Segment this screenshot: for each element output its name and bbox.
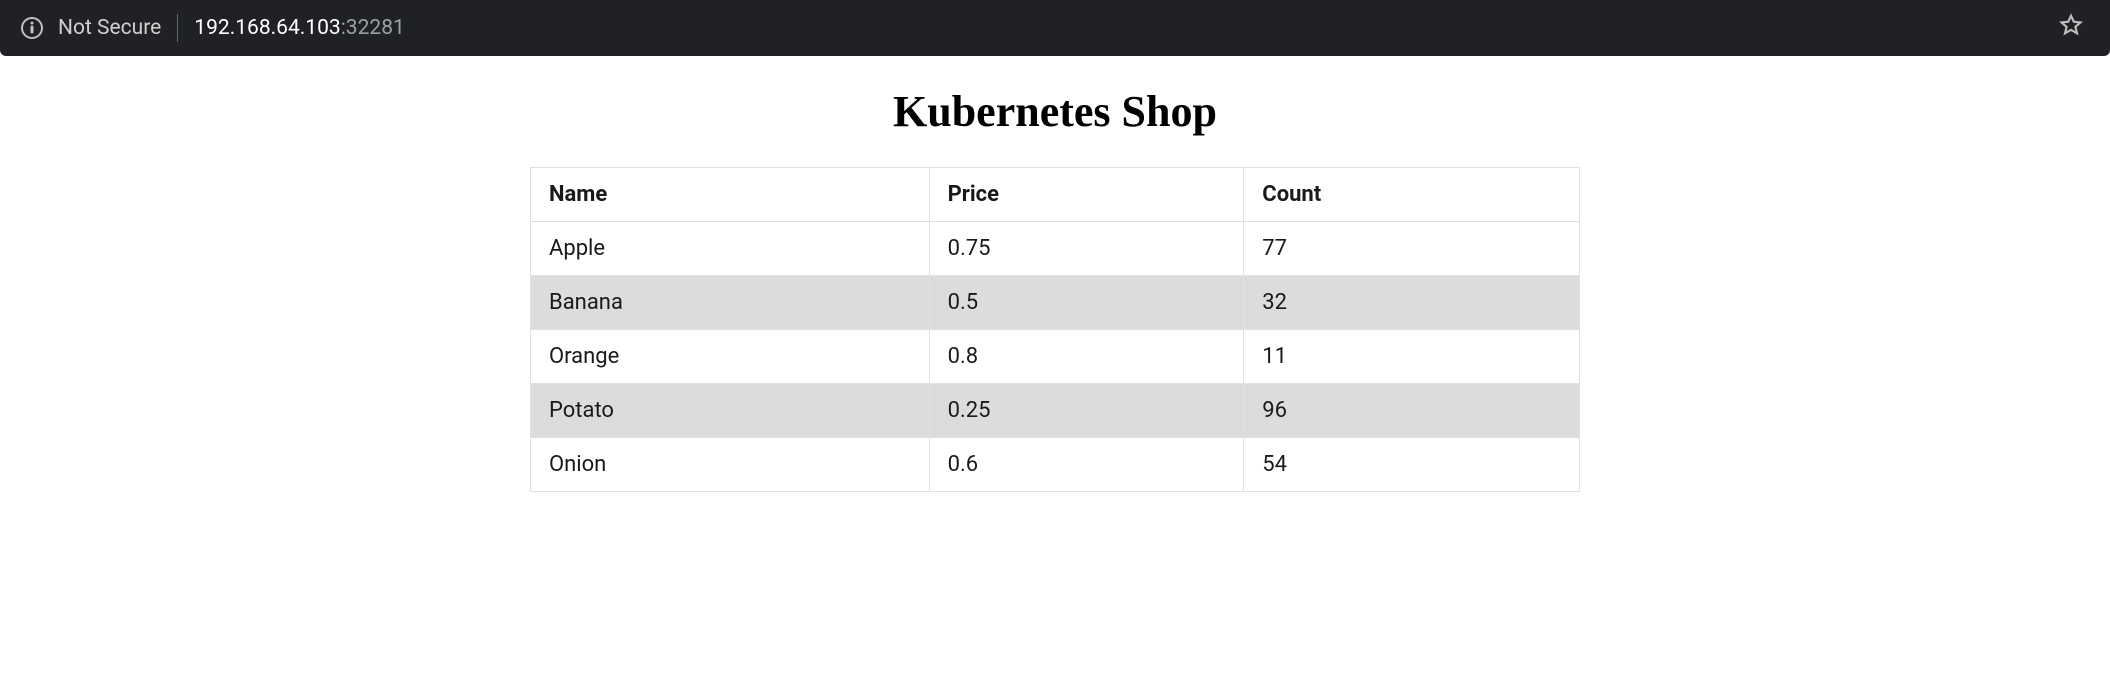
cell-name: Apple [531, 222, 930, 276]
cell-count: 32 [1244, 276, 1580, 330]
col-header-count: Count [1244, 168, 1580, 222]
url-port: :32281 [341, 16, 405, 40]
cell-count: 77 [1244, 222, 1580, 276]
cell-price: 0.8 [929, 330, 1244, 384]
info-icon[interactable] [20, 16, 44, 40]
page-title: Kubernetes Shop [0, 86, 2110, 137]
cell-price: 0.6 [929, 438, 1244, 492]
table-row: Orange 0.8 11 [531, 330, 1580, 384]
browser-urlbar[interactable]: Not Secure 192.168.64.103:32281 [0, 0, 2110, 56]
table-row: Banana 0.5 32 [531, 276, 1580, 330]
page-root: Kubernetes Shop Name Price Count Apple 0… [0, 56, 2110, 492]
cell-count: 96 [1244, 384, 1580, 438]
cell-price: 0.75 [929, 222, 1244, 276]
col-header-price: Price [929, 168, 1244, 222]
cell-price: 0.5 [929, 276, 1244, 330]
table-row: Potato 0.25 96 [531, 384, 1580, 438]
table-header-row: Name Price Count [531, 168, 1580, 222]
cell-name: Potato [531, 384, 930, 438]
cell-name: Banana [531, 276, 930, 330]
table-row: Apple 0.75 77 [531, 222, 1580, 276]
cell-count: 54 [1244, 438, 1580, 492]
url-host: 192.168.64.103 [194, 16, 340, 40]
cell-name: Orange [531, 330, 930, 384]
not-secure-label: Not Secure [58, 16, 161, 40]
bookmark-star-icon[interactable] [2058, 12, 2084, 44]
cell-count: 11 [1244, 330, 1580, 384]
urlbar-separator [177, 14, 178, 42]
url-text[interactable]: 192.168.64.103:32281 [194, 16, 405, 40]
cell-price: 0.25 [929, 384, 1244, 438]
products-table: Name Price Count Apple 0.75 77 Banana 0.… [530, 167, 1580, 492]
products-sheet: Name Price Count Apple 0.75 77 Banana 0.… [530, 167, 1580, 492]
table-row: Onion 0.6 54 [531, 438, 1580, 492]
cell-name: Onion [531, 438, 930, 492]
col-header-name: Name [531, 168, 930, 222]
